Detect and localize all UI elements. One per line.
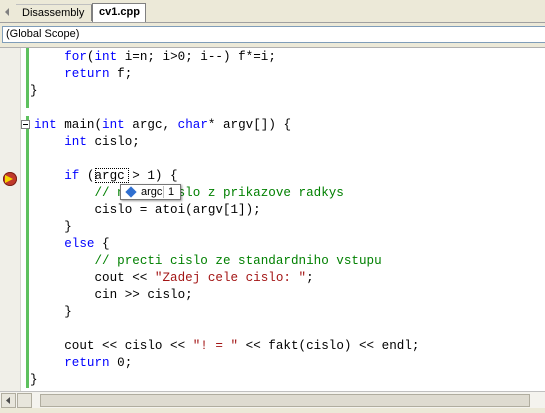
- changed-lines-indicator: [26, 116, 29, 388]
- scroll-track-button[interactable]: [17, 393, 32, 408]
- editor-bottom-edge: [0, 408, 545, 413]
- tab-disassembly[interactable]: Disassembly: [16, 4, 92, 21]
- code-line: cout << "Zadej cele cislo: ";: [34, 271, 314, 285]
- variable-icon: [125, 186, 137, 198]
- current-statement-arrow-icon: [5, 175, 13, 183]
- hovered-identifier-highlight: [95, 168, 129, 183]
- datatip-separator: [163, 186, 164, 198]
- code-line: cin >> cislo;: [34, 288, 193, 302]
- code-line: return f;: [64, 67, 133, 81]
- code-line: // nacti cislo z prikazove radkys: [94, 186, 344, 200]
- tab-scroll-left-icon[interactable]: [0, 3, 14, 21]
- code-line: }: [30, 373, 38, 387]
- debugger-datatip[interactable]: argc 1: [120, 184, 181, 200]
- code-line: cislo = atoi(argv[1]);: [34, 203, 261, 217]
- code-line: // precti cislo ze standardniho vstupu: [94, 254, 382, 268]
- code-line: int cislo;: [64, 135, 140, 149]
- scroll-thumb[interactable]: [40, 394, 530, 407]
- code-editor[interactable]: for(int i=n; i>0; i--) f*=i; return f; }…: [0, 48, 545, 391]
- code-line: cout << cislo << "! = " << fakt(cislo) <…: [34, 339, 420, 353]
- code-line: for(int i=n; i>0; i--) f*=i;: [64, 50, 276, 64]
- navigation-bar: (Global Scope): [0, 23, 545, 48]
- code-line: }: [34, 220, 72, 234]
- code-line: return 0;: [64, 356, 133, 370]
- outline-collapse-icon[interactable]: [21, 120, 30, 129]
- changed-lines-indicator: [26, 48, 29, 108]
- indicator-margin[interactable]: [0, 48, 21, 391]
- code-line: }: [30, 84, 38, 98]
- code-line: int main(int argc, char* argv[]) {: [34, 118, 292, 132]
- tab-cv1-cpp[interactable]: cv1.cpp: [92, 3, 146, 22]
- document-tab-bar: Disassembly cv1.cpp: [0, 0, 545, 23]
- horizontal-scrollbar[interactable]: [0, 391, 545, 409]
- datatip-variable-value[interactable]: 1: [168, 185, 174, 199]
- code-line: }: [34, 305, 72, 319]
- scroll-left-button[interactable]: [1, 393, 16, 408]
- datatip-variable-name: argc: [141, 186, 163, 198]
- scope-dropdown[interactable]: (Global Scope): [2, 26, 545, 43]
- code-line: else {: [64, 237, 110, 251]
